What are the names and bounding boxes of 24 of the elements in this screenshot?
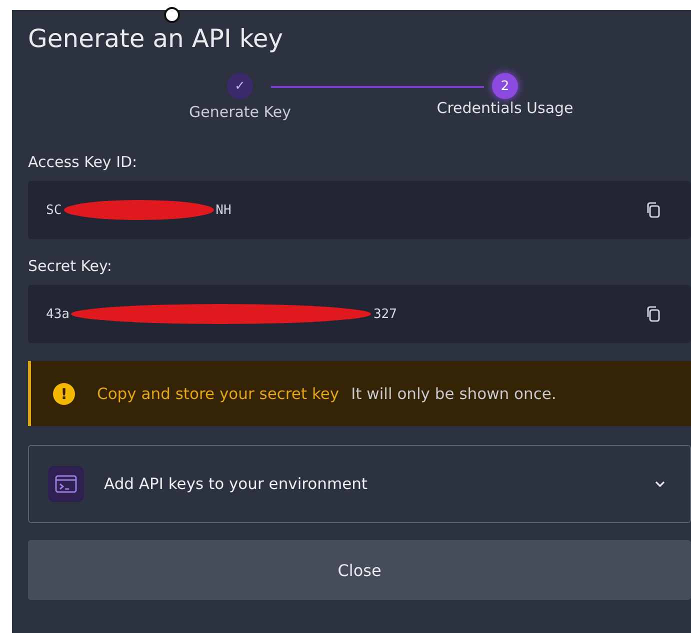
step-label: Credentials Usage [436, 99, 574, 117]
key-value-end: NH [216, 202, 232, 218]
key-value-start: SC [46, 202, 62, 218]
accordion-header[interactable]: Add API keys to your environment [28, 445, 691, 523]
field-label: Access Key ID: [28, 153, 138, 171]
copy-icon[interactable] [645, 201, 661, 219]
accordion-label: Add API keys to your environment [104, 475, 368, 493]
warning-message: It will only be shown once. [351, 384, 556, 402]
dialog-title: Generate an API key [28, 24, 284, 53]
warning-icon: ! [53, 382, 75, 404]
key-field[interactable]: SC NH [28, 181, 691, 239]
close-button[interactable]: Close [28, 540, 691, 600]
field-label: Secret Key: [28, 257, 113, 275]
warning-title: Copy and store your secret key [97, 384, 340, 402]
copy-icon[interactable] [645, 305, 661, 323]
step-indicator: 2 [492, 73, 518, 99]
terminal-icon [48, 466, 84, 502]
key-value-end: 327 [373, 306, 397, 322]
key-value-start: 43a [46, 306, 70, 322]
cursor-ring-icon [163, 6, 181, 24]
step-label: Generate Key [188, 103, 292, 121]
step-indicator: ✓ [227, 73, 253, 99]
key-field[interactable]: 43a 327 [28, 285, 691, 343]
chevron-icon [654, 480, 666, 488]
